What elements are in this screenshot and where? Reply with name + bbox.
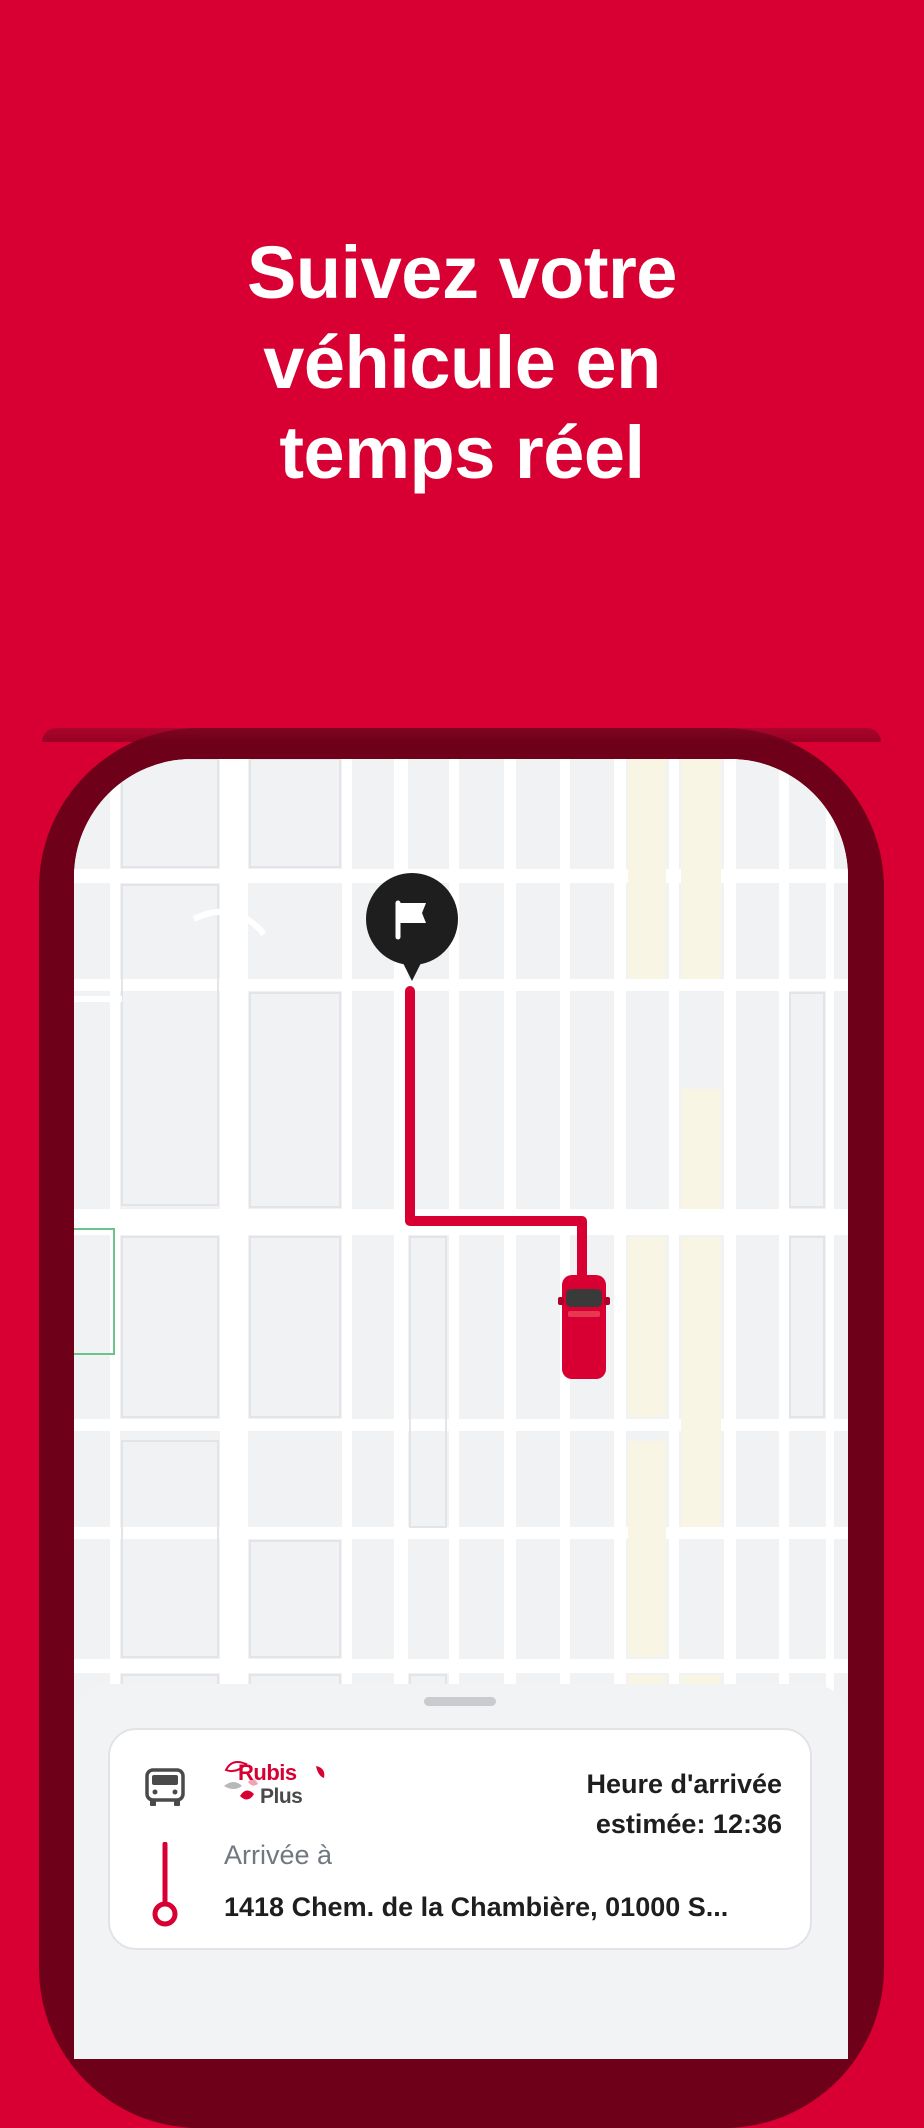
eta-time: estimée: 12:36: [595, 1809, 782, 1839]
logo-text-rubis: Rubis: [238, 1760, 297, 1785]
van-icon: [145, 1768, 185, 1806]
eta-block: Heure d'arrivée estimée: 12:36: [586, 1764, 782, 1844]
flag-icon[interactable]: [364, 873, 460, 985]
car-icon[interactable]: [558, 1271, 610, 1383]
headline-line-2: véhicule en: [263, 321, 661, 404]
trip-sheet[interactable]: Rubis Plus Heure d'arrivée estimée: 12:3…: [74, 1684, 848, 2059]
arrival-label: Arrivée à: [224, 1840, 333, 1870]
phone-screen: Rubis Plus Heure d'arrivée estimée: 12:3…: [74, 759, 848, 2059]
sheet-drag-handle[interactable]: [424, 1697, 496, 1706]
logo-text-plus: Plus: [260, 1785, 303, 1808]
trip-card[interactable]: Rubis Plus Heure d'arrivée estimée: 12:3…: [108, 1728, 812, 1950]
eta-label: Heure d'arrivée: [586, 1769, 782, 1799]
arrival-address: 1418 Chem. de la Chambière, 01000 S...: [224, 1892, 729, 1922]
headline-line-1: Suivez votre: [247, 231, 677, 314]
route-line-icon: [152, 1842, 178, 1927]
headline-line-3: temps réel: [279, 411, 645, 494]
headline: Suivez votre véhicule en temps réel: [0, 228, 924, 498]
